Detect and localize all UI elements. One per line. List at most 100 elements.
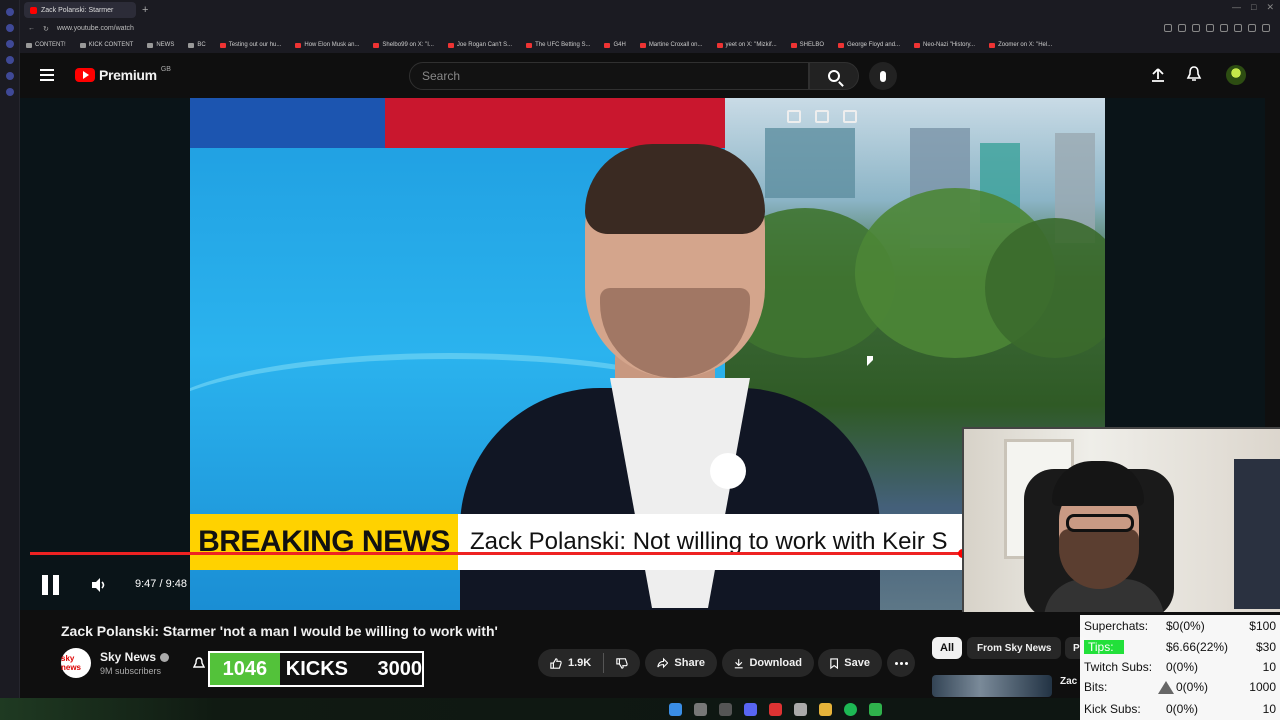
bookmark-item[interactable]: George Floyd and... <box>838 42 900 48</box>
chip-all[interactable]: All <box>932 637 963 659</box>
bookmark-item[interactable]: BC <box>188 42 206 48</box>
search-input[interactable]: Search <box>409 62 809 90</box>
minimize-icon[interactable]: — <box>1232 2 1241 13</box>
stat-value: $6.66(22%) <box>1166 640 1229 654</box>
site-favicon-icon <box>447 42 454 48</box>
stat-goal: $100 <box>1249 619 1276 633</box>
extension-icon[interactable] <box>1234 24 1242 32</box>
kicks-count: 1046 <box>210 653 280 685</box>
chip-from-channel[interactable]: From Sky News <box>967 637 1062 659</box>
bookmark-item[interactable]: How Elon Musk an... <box>295 42 359 48</box>
youtube-logo[interactable]: Premium GB <box>75 66 171 83</box>
notifications-bell-icon[interactable] <box>1186 66 1202 83</box>
extension-icon[interactable] <box>1178 24 1186 32</box>
new-tab-icon[interactable]: + <box>142 4 148 16</box>
bookmark-label: Zoomer on X: "Hel... <box>998 42 1053 48</box>
pause-button[interactable] <box>42 575 60 595</box>
bookmark-item[interactable]: Joe Rogan Can't S... <box>447 42 512 48</box>
thumbs-down-icon[interactable] <box>616 657 628 670</box>
bookmark-label: George Floyd and... <box>847 42 901 48</box>
extension-icon[interactable] <box>1206 24 1214 32</box>
extension-icon[interactable] <box>1192 24 1200 32</box>
bookmark-item[interactable]: Neo-Nazi "History... <box>914 42 975 48</box>
voice-search-button[interactable] <box>869 62 897 90</box>
bookmark-item[interactable]: NEWS <box>147 42 174 48</box>
bookmark-label: NEWS <box>156 42 175 48</box>
stat-row-superchats: Superchats: $0(0%) $100 <box>1084 617 1276 635</box>
bookmark-item[interactable]: KICK CONTENT <box>79 42 133 48</box>
reload-icon[interactable]: ↻ <box>43 25 49 33</box>
back-icon[interactable]: ← <box>28 25 35 32</box>
bookmark-item[interactable]: G4H <box>604 42 626 48</box>
save-button[interactable]: Save <box>818 649 882 677</box>
extension-icon[interactable] <box>1220 24 1228 32</box>
discord-icon[interactable] <box>743 702 757 716</box>
miniplayer-icon[interactable] <box>787 110 801 123</box>
bookmark-item[interactable]: The UFC Betting S... <box>526 42 590 48</box>
channel-avatar[interactable]: sky news <box>61 648 91 678</box>
spotify-icon[interactable] <box>843 702 857 716</box>
youtube-play-icon <box>75 68 95 82</box>
bookmarks-bar: CONTENT! KICK CONTENT NEWS BC Testing out ou… <box>20 37 1280 53</box>
share-button[interactable]: Share <box>645 649 717 677</box>
xbox-icon[interactable] <box>868 702 882 716</box>
site-favicon-icon <box>373 42 380 48</box>
bookmark-item[interactable]: CONTENT! <box>26 42 66 48</box>
user-avatar[interactable] <box>1226 65 1246 85</box>
video-progress-bar[interactable] <box>30 552 962 555</box>
stat-label: Bits: <box>1084 680 1108 694</box>
upload-icon[interactable] <box>1150 67 1166 83</box>
menu-icon[interactable] <box>1262 24 1270 32</box>
skip-next-icon[interactable] <box>843 110 857 123</box>
recommended-video-title[interactable]: Zac <box>1060 676 1077 687</box>
like-count[interactable]: 1.9K <box>568 657 591 669</box>
sidebar-app-icon[interactable] <box>5 88 14 96</box>
maximize-icon[interactable]: □ <box>1251 2 1256 13</box>
channel-name[interactable]: Sky News <box>100 650 170 664</box>
close-icon[interactable]: ✕ <box>1266 2 1274 13</box>
url-field[interactable]: www.youtube.com/watch <box>57 25 134 32</box>
hamburger-menu-icon[interactable] <box>40 69 54 81</box>
recommended-video-thumbnail[interactable] <box>932 675 1052 697</box>
youtube-header: Premium GB Search <box>20 53 1280 98</box>
stat-row-twitch-subs: Twitch Subs: 0(0%) 10 <box>1084 658 1276 676</box>
screen: Zack Polanski: Starmer + — □ ✕ ← ↻ www.y… <box>0 0 1280 720</box>
download-button[interactable]: Download <box>722 649 814 677</box>
search-icon <box>828 70 840 82</box>
windows-start-icon[interactable] <box>668 702 682 716</box>
browser-icon[interactable] <box>793 702 807 716</box>
stat-goal: $30 <box>1255 640 1276 654</box>
stat-goal: 10 <box>1262 702 1276 716</box>
mouse-cursor <box>867 356 873 366</box>
bookmark-item[interactable]: Zoomer on X: "Hel... <box>989 42 1052 48</box>
file-explorer-icon[interactable] <box>818 702 832 716</box>
cast-icon[interactable] <box>815 110 829 123</box>
bookmark-item[interactable]: SHELBO <box>790 42 824 48</box>
search-button[interactable] <box>809 62 859 90</box>
sidebar-app-icon[interactable] <box>5 8 14 16</box>
bookmark-item[interactable]: Shelbo99 on X: "I... <box>373 42 434 48</box>
bookmark-label: Testing out our hu... <box>228 42 282 48</box>
tab-bar: Zack Polanski: Starmer + — □ ✕ <box>20 0 1280 20</box>
browser-tab[interactable]: Zack Polanski: Starmer <box>24 2 136 18</box>
search-taskbar-icon[interactable] <box>693 702 707 716</box>
more-actions-button[interactable] <box>887 649 915 677</box>
bookmark-item[interactable]: Testing out our hu... <box>219 42 282 48</box>
sidebar-app-icon[interactable] <box>5 56 14 64</box>
subscribe-bell-icon[interactable] <box>193 657 205 671</box>
folder-icon <box>79 42 86 48</box>
volume-icon[interactable] <box>90 576 108 594</box>
sidebar-app-icon[interactable] <box>5 24 14 32</box>
sidebar-app-icon[interactable] <box>5 40 14 48</box>
sidebar-app-icon[interactable] <box>5 72 14 80</box>
site-favicon-icon <box>526 42 533 48</box>
stat-label: Superchats: <box>1084 619 1149 633</box>
bookmark-item[interactable]: Martine Croxall on... <box>639 42 703 48</box>
share-icon <box>657 657 669 669</box>
task-view-icon[interactable] <box>718 702 732 716</box>
download-icon[interactable] <box>1248 24 1256 32</box>
opera-icon[interactable] <box>768 702 782 716</box>
thumbs-up-icon[interactable] <box>550 657 562 670</box>
zoom-icon[interactable] <box>1164 24 1172 32</box>
bookmark-item[interactable]: yeet on X: "Mizkif... <box>716 42 777 48</box>
